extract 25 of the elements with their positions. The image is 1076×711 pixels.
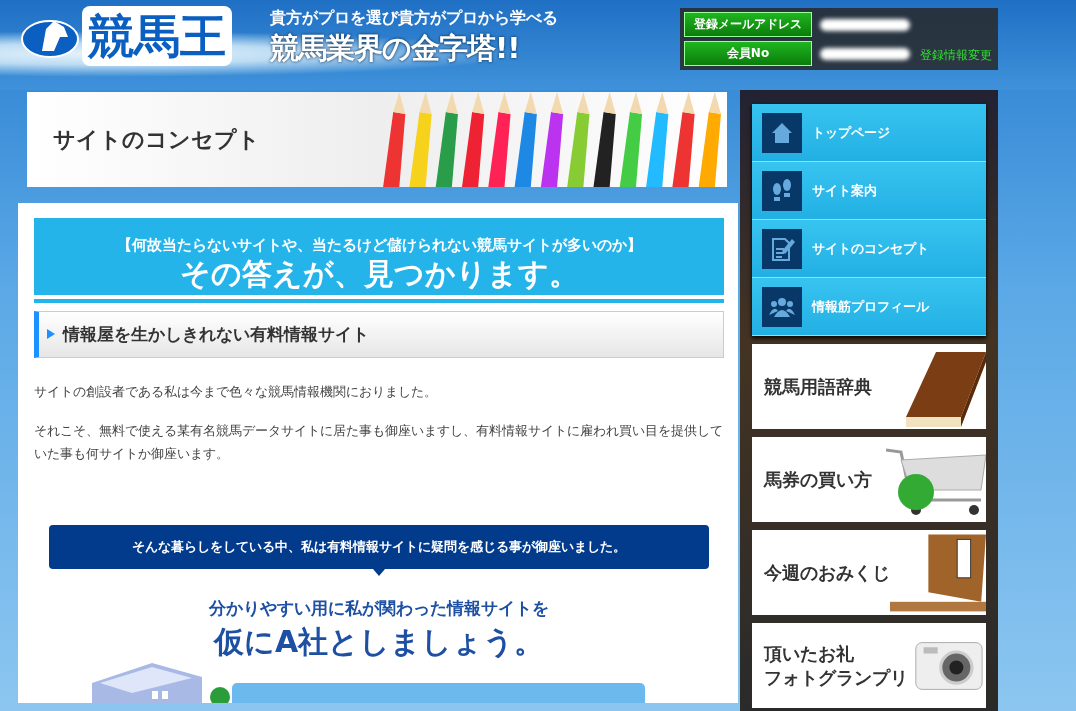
tagline: 貴方がプロを選び貴方がプロから学べる — [270, 8, 558, 29]
bubble-pointer — [373, 569, 385, 576]
lead-question: 【何故当たらないサイトや、当たるけど儲けられない競馬サイトが多いのか】 — [116, 236, 642, 255]
banner-label: 今週のおみくじ — [764, 560, 890, 585]
section-heading: 情報屋を生かしきれない有料情報サイト — [63, 322, 369, 346]
subtitle: 分かりやすい用に私が関わった情報サイトを — [208, 597, 550, 620]
site-logo-text[interactable]: 競馬王 — [82, 6, 232, 66]
banner-label: 馬券の買い方 — [764, 467, 872, 492]
edit-registration-link[interactable]: 登録情報変更 — [920, 47, 992, 64]
lead-answer: その答えが、見つかります。 — [179, 257, 579, 291]
sidebar-banner-link[interactable]: 今週のおみくじ — [752, 530, 986, 615]
body-paragraph: サイトの創設者である私は今まで色々な競馬情報機関におりました。 — [34, 383, 438, 401]
subtitle-headline: 仮にA社としましょう。 — [212, 623, 546, 661]
body-paragraph: それこそ、無料で使える某有名競馬データサイトに居た事も御座いますし、有料情報サイトに雇われ買い目を提供していた事も何サイトか御座います。 — [34, 422, 724, 463]
banner-label: 競馬用語辞典 — [764, 374, 872, 399]
page-title: サイトのコンセプト — [53, 125, 261, 154]
triangle-bullet-icon — [47, 329, 55, 340]
banner-label: フォトグランプリ — [764, 665, 908, 690]
tagline-headline: 競馬業界の金字塔!! — [270, 30, 521, 67]
member-field-label: 会員No — [684, 41, 812, 66]
sidebar-banner-link[interactable]: 競馬用語辞典 — [752, 344, 986, 429]
sidebar-banner-link[interactable]: 頂いたお礼 フォトグランプリ — [752, 623, 986, 708]
banner-label: 頂いたお礼 — [764, 641, 855, 666]
member-field-label: 登録メールアドレス — [684, 12, 812, 37]
sidebar-banner-link[interactable]: 馬券の買い方 — [752, 437, 986, 522]
